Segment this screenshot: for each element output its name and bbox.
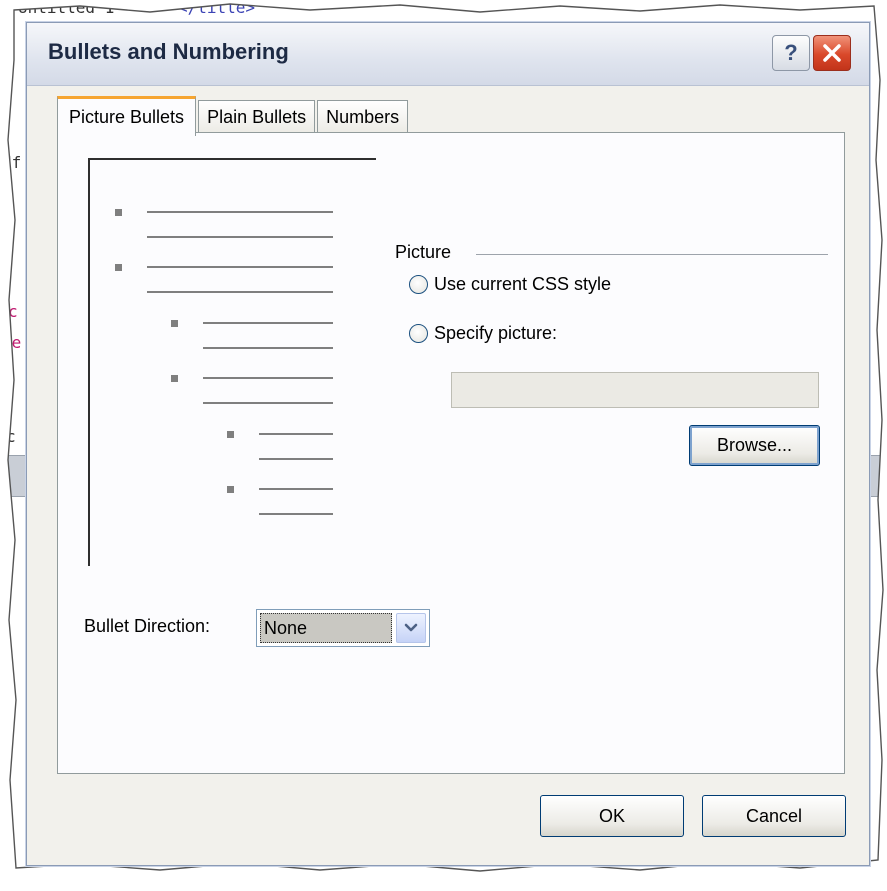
preview-line [203,322,333,324]
preview-line [259,488,333,490]
picture-group-label: Picture [395,242,452,262]
radio-button-icon[interactable] [409,324,428,343]
preview-bullet-icon [227,431,234,438]
chevron-down-icon [404,623,418,632]
tab-picture-bullets[interactable]: Picture Bullets [57,96,197,136]
editor-code-fragment: c [8,302,18,321]
preview-line [147,266,333,268]
preview-bullet-icon [227,486,234,493]
picture-path-field[interactable] [451,372,819,408]
preview-line [203,402,333,404]
tab-plain-bullets[interactable]: Plain Bullets [198,100,316,133]
group-divider [476,254,828,255]
help-button[interactable]: ? [772,35,810,71]
radio-specify-picture[interactable]: Specify picture: [409,323,557,344]
editor-scroll-strip [867,455,887,497]
close-button[interactable] [813,35,851,71]
radio-use-current-css[interactable]: Use current CSS style [409,274,611,295]
preview-line [147,291,333,293]
dialog-body: Picture Bullets Plain Bullets Numbers Pi… [27,86,869,865]
tab-panel-picture-bullets: Picture Use current CSS style Specify pi… [57,132,845,774]
preview-bullet-icon [171,375,178,382]
radio-button-icon[interactable] [409,275,428,294]
editor-tab-filename: Untitled 1* [18,0,124,17]
preview-line [147,236,333,238]
tab-strip: Picture Bullets Plain Bullets Numbers [57,96,410,136]
editor-code-fragment: ge [2,333,22,352]
bullet-preview [88,158,376,566]
bullet-direction-select[interactable]: None [256,609,430,647]
browse-button[interactable]: Browse... [689,425,820,466]
bullet-direction-label: Bullet Direction: [84,616,211,636]
radio-label: Specify picture: [434,323,558,343]
editor-code-fragment: df [2,153,22,172]
preview-line [147,211,333,213]
radio-label: Use current CSS style [434,274,612,294]
title-bar[interactable]: Bullets and Numbering ? [27,23,869,86]
tab-numbers[interactable]: Numbers [317,100,409,133]
preview-bullet-icon [171,320,178,327]
editor-code-fragment: c [6,427,16,446]
dropdown-button[interactable] [396,613,426,643]
preview-line [259,513,333,515]
cancel-button[interactable]: Cancel [702,795,846,837]
dialog-title: Bullets and Numbering [48,39,289,64]
preview-line [259,458,333,460]
preview-line [203,377,333,379]
preview-line [203,347,333,349]
editor-code-fragment: </title> [178,0,256,17]
preview-bullet-icon [115,209,122,216]
close-x-icon [823,44,841,62]
editor-scroll-strip [0,455,26,497]
preview-line [259,433,333,435]
bullets-numbering-dialog: Bullets and Numbering ? Picture Bullets … [26,22,870,866]
preview-bullet-icon [115,264,122,271]
bullet-direction-value[interactable]: None [260,613,392,643]
ok-button[interactable]: OK [540,795,684,837]
